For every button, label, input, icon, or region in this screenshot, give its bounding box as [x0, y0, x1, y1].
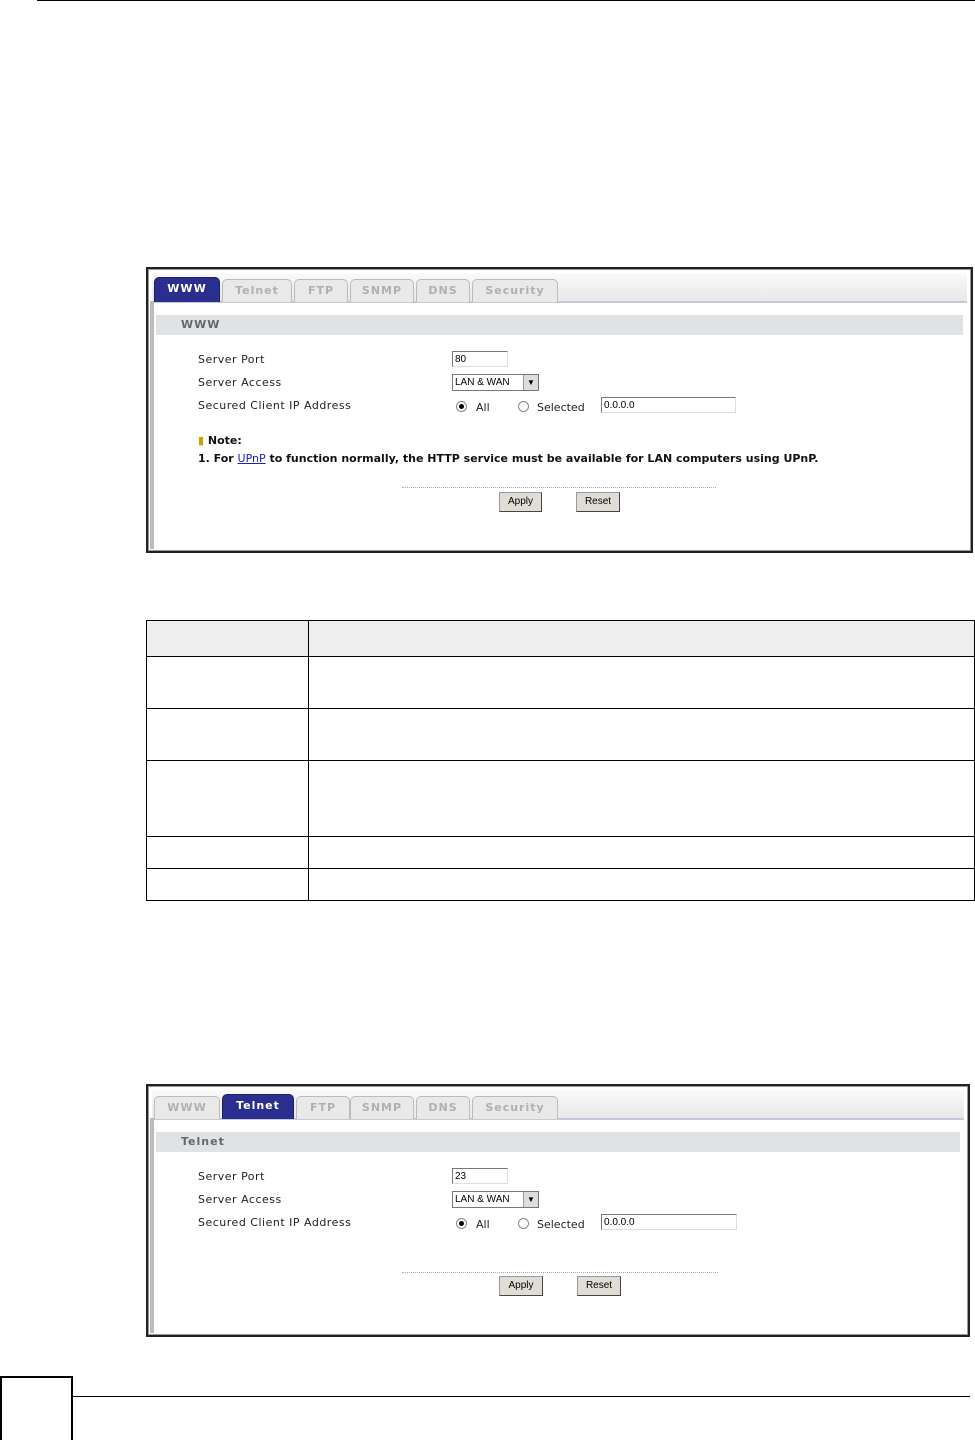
divider	[402, 487, 716, 488]
note-text: 1. For UPnP to function normally, the HT…	[198, 452, 819, 465]
server-port-input[interactable]: 80	[452, 351, 508, 367]
server-access-select[interactable]: LAN & WAN ▼	[452, 374, 539, 391]
note-icon: ▮	[198, 434, 205, 447]
panel-left-border	[150, 301, 154, 549]
table-cell	[308, 656, 975, 709]
table-cell	[308, 868, 975, 901]
tab-ftp[interactable]: FTP	[294, 279, 348, 302]
secured-client-ip-label: Secured Client IP Address	[198, 399, 352, 412]
table-row	[146, 868, 975, 901]
upnp-link[interactable]: UPnP	[238, 452, 266, 465]
tab-snmp[interactable]: SNMP	[350, 1096, 414, 1119]
section-title: Telnet	[156, 1132, 960, 1152]
table-cell	[146, 868, 309, 901]
radio-all[interactable]	[456, 401, 467, 412]
www-screenshot-panel: WWW Telnet FTP SNMP DNS Security WWW Ser…	[146, 267, 973, 553]
table-cell	[308, 760, 975, 837]
telnet-screenshot-panel: WWW Telnet FTP SNMP DNS Security Telnet …	[146, 1084, 970, 1337]
radio-all-label: All	[476, 1218, 490, 1231]
radio-selected-label: Selected	[537, 401, 585, 414]
server-access-value: LAN & WAN	[455, 1194, 510, 1205]
section-title: WWW	[156, 315, 963, 335]
reset-button[interactable]: Reset	[577, 1276, 621, 1296]
document-page: WWW Telnet FTP SNMP DNS Security WWW Ser…	[0, 0, 975, 1440]
panel-left-border	[150, 1118, 154, 1333]
table-cell	[146, 760, 309, 837]
tab-www[interactable]: WWW	[154, 1096, 220, 1119]
note-suffix: to function normally, the HTTP service m…	[265, 452, 819, 465]
header-rule	[37, 0, 975, 1]
table-cell	[308, 836, 975, 869]
server-access-select[interactable]: LAN & WAN ▼	[452, 1191, 539, 1208]
tab-bar: WWW Telnet FTP SNMP DNS Security	[152, 1090, 964, 1120]
chevron-down-icon: ▼	[523, 375, 538, 390]
tab-www[interactable]: WWW	[154, 277, 220, 302]
note-title: Note:	[207, 434, 242, 447]
radio-all[interactable]	[456, 1218, 467, 1229]
tab-dns[interactable]: DNS	[416, 279, 470, 302]
note-prefix: 1. For	[198, 452, 238, 465]
table-row	[146, 656, 975, 709]
table-row	[146, 708, 975, 761]
server-access-label: Server Access	[198, 1193, 282, 1206]
table-cell	[146, 836, 309, 869]
apply-button[interactable]: Apply	[499, 492, 542, 512]
table-cell	[308, 620, 975, 657]
radio-selected-label: Selected	[537, 1218, 585, 1231]
table-cell	[146, 656, 309, 709]
server-port-label: Server Port	[198, 1170, 265, 1183]
ip-address-input[interactable]: 0.0.0.0	[601, 397, 736, 413]
radio-all-label: All	[476, 401, 490, 414]
server-port-label: Server Port	[198, 353, 265, 366]
tab-dns[interactable]: DNS	[416, 1096, 470, 1119]
server-port-input[interactable]: 23	[452, 1168, 508, 1184]
divider	[402, 1272, 718, 1273]
table-row	[146, 760, 975, 837]
secured-client-ip-label: Secured Client IP Address	[198, 1216, 352, 1229]
tab-bar: WWW Telnet FTP SNMP DNS Security	[152, 273, 967, 303]
server-access-value: LAN & WAN	[455, 377, 510, 388]
tab-snmp[interactable]: SNMP	[350, 279, 414, 302]
note-heading: ▮ Note:	[198, 434, 242, 447]
chevron-down-icon: ▼	[523, 1192, 538, 1207]
page-number-box	[0, 1376, 73, 1440]
table-cell	[146, 708, 309, 761]
table-header-row	[146, 620, 975, 657]
reset-button[interactable]: Reset	[576, 492, 620, 512]
tab-security[interactable]: Security	[472, 1096, 558, 1119]
table-row	[146, 836, 975, 869]
tab-telnet[interactable]: Telnet	[222, 279, 292, 302]
table-cell	[308, 708, 975, 761]
field-description-table	[146, 620, 975, 901]
radio-selected[interactable]	[518, 401, 529, 412]
apply-button[interactable]: Apply	[499, 1276, 543, 1296]
ip-address-input[interactable]: 0.0.0.0	[601, 1214, 737, 1230]
tab-security[interactable]: Security	[472, 279, 558, 302]
server-access-label: Server Access	[198, 376, 282, 389]
radio-selected[interactable]	[518, 1218, 529, 1229]
table-cell	[146, 620, 309, 657]
tab-ftp[interactable]: FTP	[296, 1096, 350, 1119]
footer-rule	[73, 1396, 970, 1397]
tab-telnet[interactable]: Telnet	[222, 1094, 294, 1119]
